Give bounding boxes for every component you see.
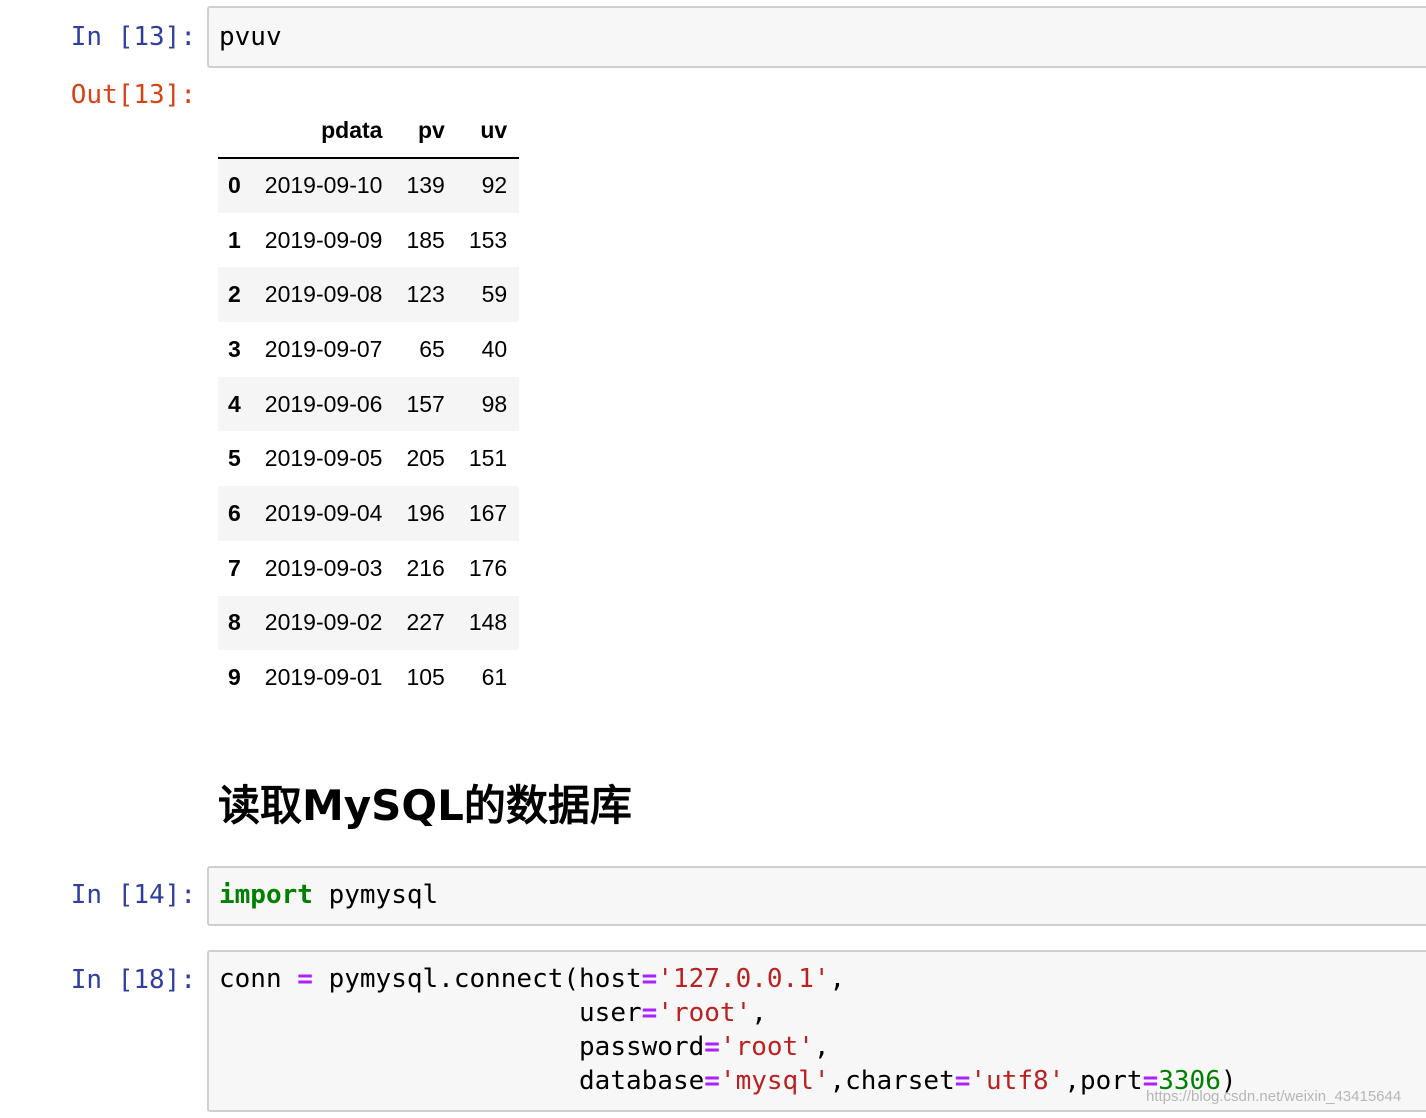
table-cell: 65 <box>419 335 445 362</box>
code-string: 'mysql' <box>719 1066 830 1096</box>
module-name: pymysql <box>312 880 439 910</box>
table-row: 3 2019-09-07 65 40 <box>218 322 519 377</box>
code-token: ,charset <box>829 1066 955 1096</box>
table-cell: 153 <box>468 226 508 253</box>
table-cell: 176 <box>468 554 508 581</box>
table-cell: 2019-09-06 <box>264 390 383 417</box>
table-cell: 196 <box>406 499 445 526</box>
code-text: pvuv <box>219 22 282 52</box>
table-cell: 185 <box>406 226 445 253</box>
table-cell: 157 <box>406 390 445 417</box>
keyword-import: import <box>219 880 313 910</box>
table-row: 8 2019-09-02 227 148 <box>218 595 520 651</box>
table-cell: 2019-09-03 <box>264 554 383 581</box>
table-row: 7 2019-09-03 216 176 <box>218 541 519 596</box>
row-index: 3 <box>228 335 241 362</box>
table-cell: 216 <box>406 554 445 581</box>
table-cell: 227 <box>406 609 445 636</box>
column-header: pv <box>394 104 457 159</box>
row-index: 9 <box>228 664 241 691</box>
code-token: database <box>579 1066 705 1096</box>
markdown-heading: 读取MySQL的数据库 <box>218 781 632 830</box>
row-index: 0 <box>228 172 241 199</box>
code-operator: = <box>297 964 313 994</box>
column-header: pdata <box>252 104 395 159</box>
code-string: 'root' <box>719 1032 814 1062</box>
code-cell-14-input[interactable]: import pymysql <box>207 866 1426 926</box>
row-index: 7 <box>228 554 241 581</box>
row-index: 8 <box>228 609 241 636</box>
code-cell-13-input[interactable]: pvuv <box>207 6 1426 68</box>
table-row: 1 2019-09-09 185 153 <box>218 213 519 268</box>
table-cell: 2019-09-01 <box>264 664 383 691</box>
code-token: pymysql.connect(host <box>312 964 642 994</box>
input-prompt-14: In [14]: <box>70 880 196 910</box>
column-header: uv <box>456 104 520 159</box>
code-text: import pymysql <box>219 878 438 912</box>
table-cell: 61 <box>481 664 508 691</box>
code-string: '127.0.0.1' <box>657 964 830 994</box>
code-token: ,port <box>1064 1066 1143 1096</box>
table-cell: 2019-09-05 <box>264 445 383 472</box>
table-cell: 2019-09-04 <box>264 499 383 526</box>
table-cell: 2019-09-09 <box>264 226 383 253</box>
table-cell: 40 <box>481 335 508 362</box>
table-row: 4 2019-09-06 157 98 <box>218 376 520 432</box>
code-token: user <box>579 998 642 1028</box>
code-operator: = <box>954 1066 971 1096</box>
table-cell: 98 <box>481 390 508 417</box>
input-prompt-18: In [18]: <box>70 965 196 995</box>
code-operator: = <box>704 1066 720 1096</box>
table-cell: 59 <box>481 281 508 308</box>
row-index: 1 <box>228 226 241 253</box>
table-cell: 148 <box>468 609 508 636</box>
table-cell: 151 <box>468 445 508 472</box>
table-row: 6 2019-09-04 196 167 <box>218 486 520 541</box>
row-index: 2 <box>228 281 241 308</box>
table-cell: 2019-09-08 <box>264 281 383 308</box>
table-cell: 167 <box>468 499 508 526</box>
code-token: , <box>829 964 846 994</box>
row-index: 4 <box>228 390 241 417</box>
table-cell: 105 <box>406 664 445 691</box>
code-token: conn <box>219 964 298 994</box>
table-cell: 2019-09-02 <box>264 609 383 636</box>
table-row: 5 2019-09-05 205 151 <box>218 431 519 486</box>
code-operator: = <box>641 998 658 1028</box>
table-cell: 92 <box>481 172 508 199</box>
code-token: , <box>813 1032 830 1062</box>
input-prompt-13: In [13]: <box>70 22 196 52</box>
code-string: 'utf8' <box>970 1066 1065 1096</box>
row-index: 5 <box>228 445 241 472</box>
code-string: 'root' <box>657 998 752 1028</box>
watermark: https://blog.csdn.net/weixin_43415644 <box>1146 1088 1402 1105</box>
code-text: conn = pymysql.connect(host='127.0.0.1',… <box>219 962 1237 1098</box>
row-index: 6 <box>228 499 241 526</box>
code-token: password <box>579 1032 705 1062</box>
dataframe-table: pdata pv uv 0 2019-09-10 139 92 1 2019-09-09… <box>218 104 520 705</box>
output-prompt-13: Out[13]: <box>70 80 196 110</box>
table-row: 2 2019-09-08 123 59 <box>218 267 520 323</box>
table-row: 9 2019-09-01 105 61 <box>218 650 519 705</box>
table-header-row: pdata pv uv <box>218 104 520 159</box>
code-operator: = <box>641 964 658 994</box>
table-cell: 139 <box>406 172 445 199</box>
table-cell: 2019-09-07 <box>264 335 383 362</box>
table-cell: 123 <box>406 281 445 308</box>
table-cell: 205 <box>406 445 445 472</box>
table-row: 0 2019-09-10 139 92 <box>218 158 520 213</box>
code-token: , <box>751 998 767 1028</box>
index-header <box>218 104 253 159</box>
table-cell: 2019-09-10 <box>264 172 383 199</box>
code-operator: = <box>704 1032 720 1062</box>
